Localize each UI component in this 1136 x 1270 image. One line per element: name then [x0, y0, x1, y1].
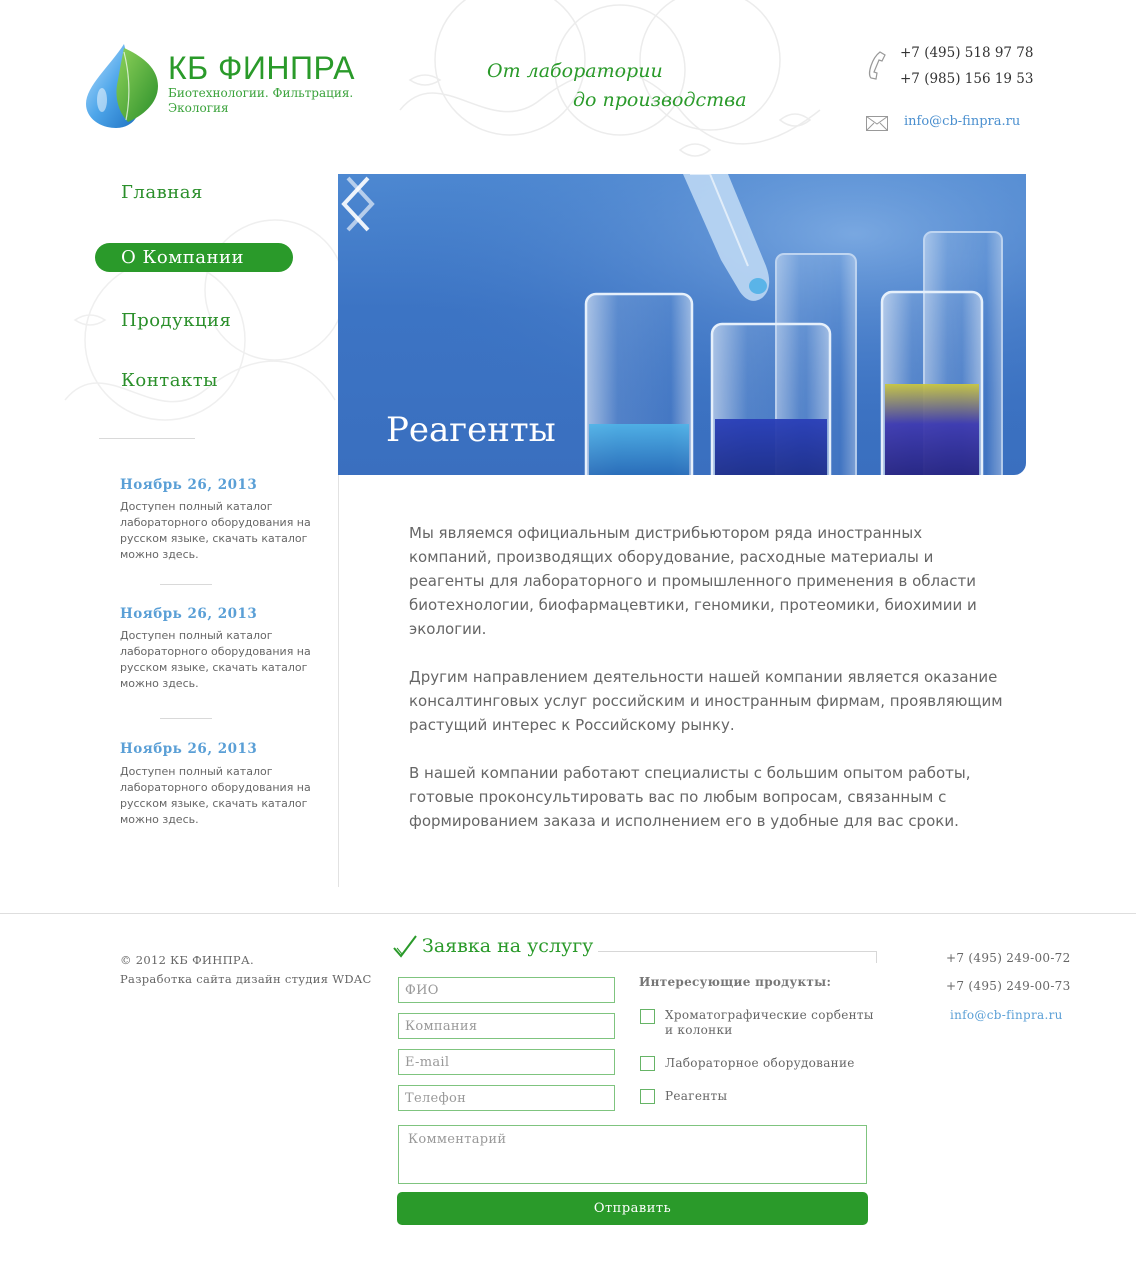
content-divider-vertical: [338, 475, 339, 887]
content-paragraph: Другим направлением деятельности нашей к…: [409, 668, 1003, 734]
image-slider: Реагенты: [338, 174, 1026, 475]
news-text: Доступен полный каталог лабораторного об…: [120, 765, 311, 826]
phone-handset-icon: [868, 51, 886, 80]
slide-caption: Реагенты: [386, 410, 556, 450]
news-date[interactable]: Ноябрь 26, 2013: [120, 477, 257, 493]
footer-divider: [0, 913, 1136, 914]
checkmark-icon: [393, 935, 417, 958]
footer-developer-credit[interactable]: Разработка сайта дизайн студия WDAC: [120, 972, 372, 986]
content-paragraph: Мы являемся официальным дистрибьютором р…: [409, 524, 977, 638]
product-option-label[interactable]: Реагенты: [665, 1089, 875, 1104]
chevron-right-icon[interactable]: [338, 174, 378, 234]
submit-button[interactable]: Отправить: [397, 1192, 868, 1225]
news-date[interactable]: Ноябрь 26, 2013: [120, 606, 257, 622]
content-paragraph: В нашей компании работают специалисты с …: [409, 764, 971, 830]
logo-tagline: Биотехнологии. Фильтрация. Экология: [168, 86, 354, 115]
product-option-label[interactable]: Лабораторное оборудование: [665, 1056, 875, 1071]
header-phone-1[interactable]: +7 (495) 518 97 78: [900, 45, 1034, 61]
slogan-line-2: до производства: [573, 89, 747, 111]
nav-item-home[interactable]: Главная: [95, 178, 293, 207]
header-email-link[interactable]: info@cb-finpra.ru: [904, 114, 1020, 129]
nav-divider: [99, 438, 195, 439]
header-flourish-decoration: [399, 0, 821, 157]
news-date[interactable]: Ноябрь 26, 2013: [120, 741, 257, 757]
form-title: Заявка на услугу: [422, 935, 594, 957]
email-field[interactable]: [398, 1049, 615, 1075]
footer-phone-1[interactable]: +7 (495) 249-00-72: [946, 951, 1071, 965]
footer-copyright: © 2012 КБ ФИНПРА.: [120, 953, 254, 967]
site-logo[interactable]: КБ ФИНПРА Биотехнологии. Фильтрация. Эко…: [84, 42, 364, 132]
header-phone-2[interactable]: +7 (985) 156 19 53: [900, 71, 1034, 87]
form-title-rule: [598, 951, 876, 952]
phone-field[interactable]: [398, 1085, 615, 1111]
fio-field[interactable]: [398, 977, 615, 1003]
product-checkbox-reagents[interactable]: [640, 1089, 655, 1104]
slogan-line-1: От лаборатории: [487, 60, 663, 82]
product-checkbox-sorbents[interactable]: [640, 1009, 655, 1024]
comment-field[interactable]: [398, 1125, 867, 1184]
footer-phone-2[interactable]: +7 (495) 249-00-73: [946, 979, 1071, 993]
company-field[interactable]: [398, 1013, 615, 1039]
products-label: Интересующие продукты:: [639, 975, 832, 989]
news-divider: [160, 718, 212, 719]
news-text: Доступен полный каталог лабораторного об…: [120, 629, 311, 690]
water-drop-leaf-logo-icon: [86, 44, 158, 128]
form-title-rule-end: [876, 951, 877, 963]
footer-email-link[interactable]: info@cb-finpra.ru: [950, 1008, 1063, 1022]
envelope-icon: [866, 116, 888, 131]
logo-name: КБ ФИНПРА: [168, 50, 356, 86]
news-text: Доступен полный каталог лабораторного об…: [120, 500, 311, 561]
product-option-label[interactable]: Хроматографические сорбенты и колонки: [665, 1008, 875, 1038]
nav-item-about[interactable]: О Компании: [95, 243, 293, 272]
product-checkbox-lab-equipment[interactable]: [640, 1056, 655, 1071]
nav-item-contacts[interactable]: Контакты: [95, 366, 293, 395]
nav-item-products[interactable]: Продукция: [95, 306, 293, 335]
news-divider: [160, 584, 212, 585]
